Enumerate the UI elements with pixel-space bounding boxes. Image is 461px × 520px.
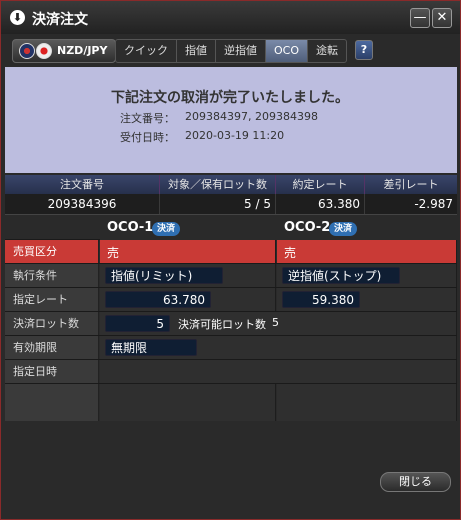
tab-reverse[interactable]: 途転 [308, 40, 346, 62]
datetime-row: 指定日時 [5, 360, 457, 384]
condition-row: 執行条件 指値(リミット) 逆指値(ストップ) [5, 264, 457, 288]
jp-flag-icon [36, 43, 52, 59]
oco2-settle-badge: 決済 [329, 222, 358, 236]
close-window-button[interactable]: ✕ [432, 8, 452, 28]
lots-available-label: 決済可能ロット数 [178, 318, 266, 331]
tab-quick[interactable]: クイック [116, 40, 177, 62]
currency-pair-button[interactable]: NZD/JPY [12, 39, 116, 63]
column-header: 対象／保有ロット数 [160, 175, 276, 194]
oco1-title: OCO-1 [107, 220, 154, 235]
download-circle-icon: ⬇ [10, 10, 25, 25]
oco1-settle-badge: 決済 [152, 222, 181, 236]
lots-label: 決済ロット数 [5, 312, 99, 335]
nz-flag-icon [19, 43, 35, 59]
currency-pair-label: NZD/JPY [57, 44, 108, 57]
rate-row: 指定レート 63.780 59.380 [5, 288, 457, 312]
expiry-row: 有効期限 無期限 [5, 336, 457, 360]
order-window: ⬇ 決済注文 — ✕ NZD/JPY クイック 指値 逆指値 OCO 途転 ? … [0, 0, 461, 520]
lots-cell: 5 / 5 [160, 194, 276, 214]
position-grid-header: 注文番号 対象／保有ロット数 約定レート 差引レート [5, 175, 457, 194]
oco-header: OCO-1 決済 OCO-2 決済 [100, 216, 457, 240]
result-message-panel: 下記注文の取消が完了いたしました。 注文番号： 209384397, 20938… [5, 67, 457, 173]
tab-stop[interactable]: 逆指値 [216, 40, 266, 62]
order-number-cell: 209384396 [5, 194, 160, 214]
footer-area [5, 421, 457, 515]
order-no-label: 注文番号： [120, 112, 175, 125]
empty-label [5, 384, 99, 421]
column-header: 差引レート [383, 178, 439, 191]
order-type-tabs: クイック 指値 逆指値 OCO 途転 [115, 39, 347, 63]
oco2-rate-field: 59.380 [282, 291, 360, 308]
diff-rate-cell: -2.987 [414, 197, 453, 211]
rate-label: 指定レート [5, 288, 99, 311]
lots-cell-area: 5 決済可能ロット数 5 [100, 312, 457, 335]
lots-available-value: 5 [272, 316, 279, 329]
oco2-condition-field: 逆指値(ストップ) [282, 267, 400, 284]
oco1-rate-cell: 63.780 [100, 288, 276, 311]
lots-row: 決済ロット数 5 決済可能ロット数 5 [5, 312, 457, 336]
oco1-condition-cell: 指値(リミット) [100, 264, 276, 287]
expiry-cell: 無期限 [100, 336, 457, 359]
oco2-side: 売 [284, 246, 297, 260]
toolbar: NZD/JPY クイック 指値 逆指値 OCO 途転 ? [5, 37, 457, 63]
oco1-side-cell: 売 [100, 240, 276, 263]
tab-limit[interactable]: 指値 [177, 40, 216, 62]
side-label: 売買区分 [5, 240, 99, 263]
expiry-label: 有効期限 [5, 336, 99, 359]
oco-header-row: OCO-1 決済 OCO-2 決済 [5, 216, 457, 240]
close-button[interactable]: 閉じる [380, 472, 451, 492]
minimize-button[interactable]: — [410, 8, 430, 28]
help-button[interactable]: ? [355, 40, 373, 60]
empty-cell [100, 384, 276, 421]
oco2-rate-cell: 59.380 [277, 288, 457, 311]
oco2-side-cell: 売 [277, 240, 457, 263]
column-header: 注文番号 [5, 175, 160, 194]
empty-cell [277, 384, 457, 421]
oco2-condition-cell: 逆指値(ストップ) [277, 264, 457, 287]
datetime-label: 指定日時 [5, 360, 99, 383]
position-grid-row: 209384396 5 / 5 63.380 -2.987 [5, 194, 457, 215]
oco1-condition-field: 指値(リミット) [105, 267, 223, 284]
result-headline: 下記注文の取消が完了いたしました。 [111, 90, 349, 106]
oco1-side: 売 [107, 246, 120, 260]
received-value: 2020-03-19 11:20 [185, 129, 285, 142]
empty-row [5, 384, 457, 422]
expiry-field: 無期限 [105, 339, 197, 356]
side-row: 売買区分 売 売 [5, 240, 457, 264]
received-label: 受付日時： [120, 131, 175, 144]
title-bar[interactable]: ⬇ 決済注文 — ✕ [1, 1, 460, 34]
window-title: 決済注文 [32, 12, 88, 28]
oco1-rate-field: 63.780 [105, 291, 211, 308]
tab-oco[interactable]: OCO [266, 40, 308, 62]
order-no-value: 209384397, 209384398 [185, 110, 318, 123]
exec-rate-cell: 63.380 [276, 194, 365, 214]
condition-label: 執行条件 [5, 264, 99, 287]
column-header: 約定レート [276, 175, 365, 194]
datetime-cell [100, 360, 457, 383]
oco2-title: OCO-2 [284, 220, 331, 235]
lots-field: 5 [105, 315, 170, 332]
